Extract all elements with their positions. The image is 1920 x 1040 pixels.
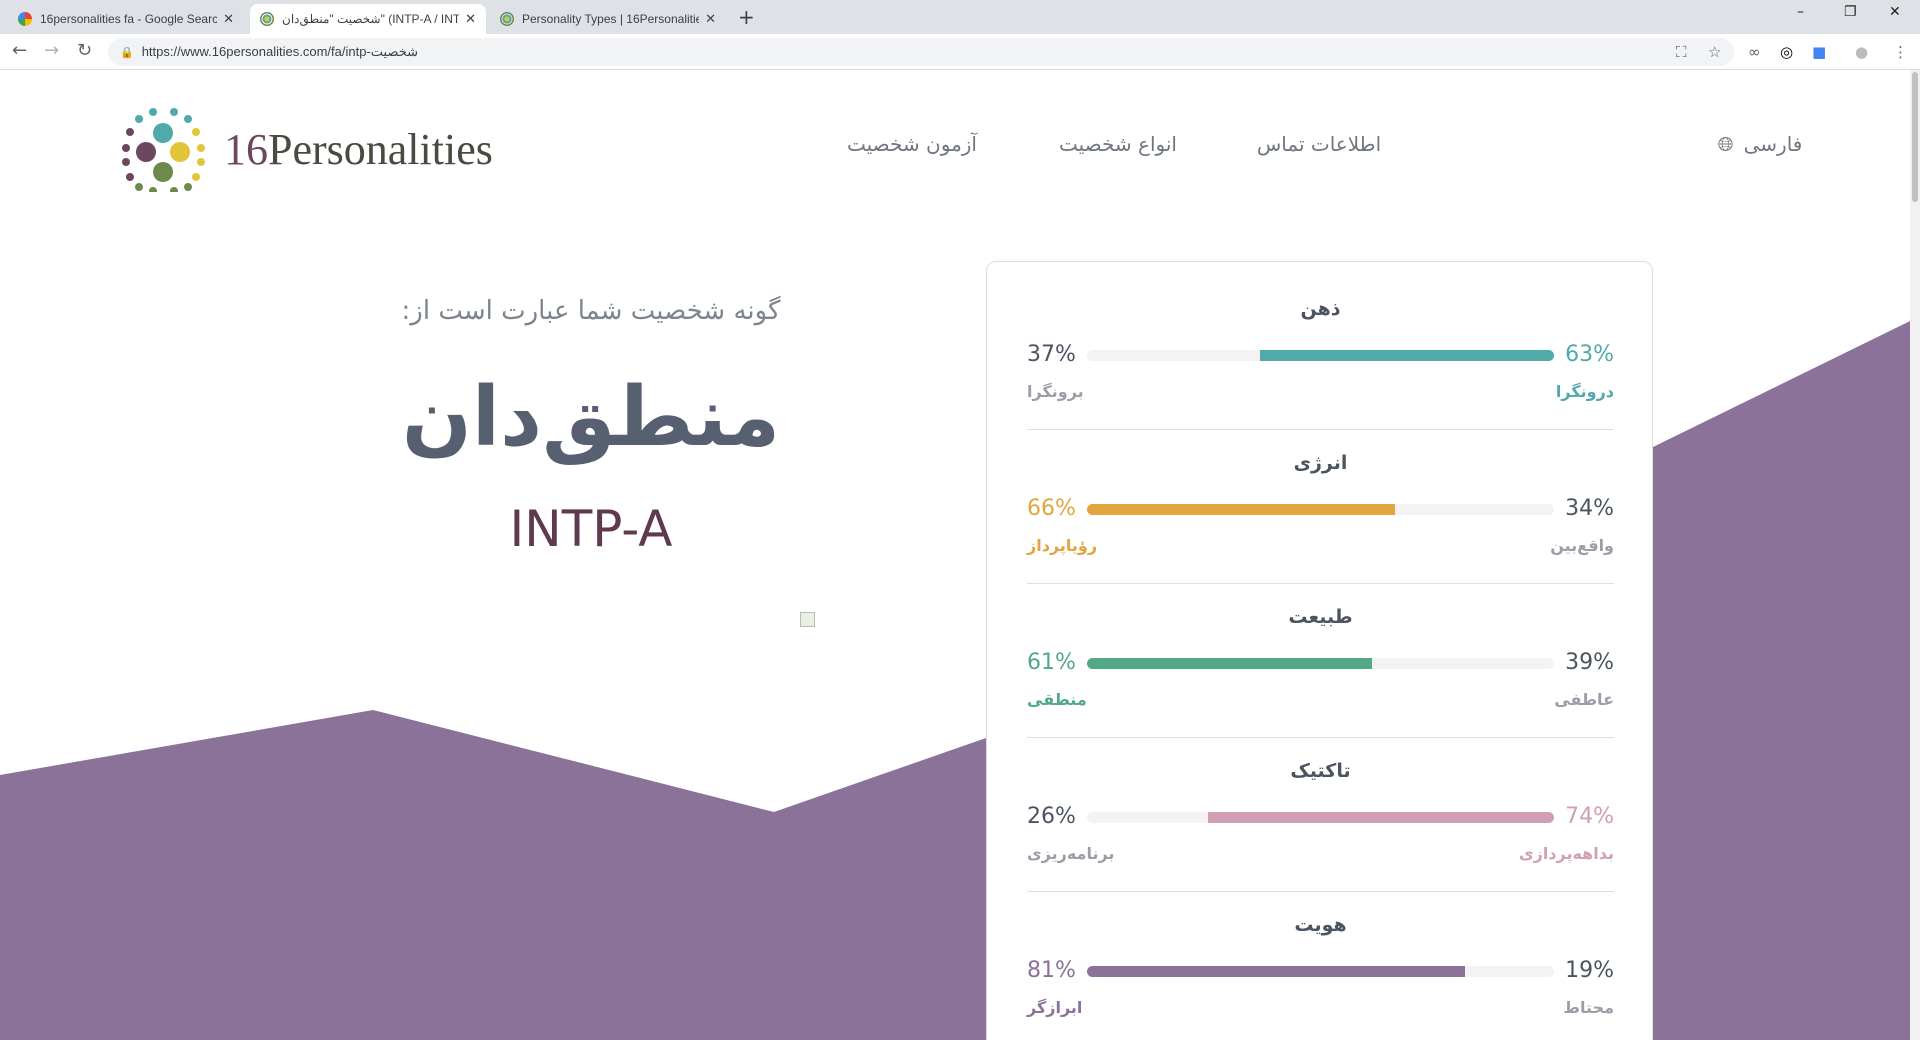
nav-contact[interactable]: اطلاعات تماس xyxy=(1257,132,1381,156)
new-tab-button[interactable]: + xyxy=(738,5,755,29)
logo-dots-icon xyxy=(122,108,205,192)
close-window-button[interactable]: ✕ xyxy=(1889,4,1901,20)
trait-title: طبیعت xyxy=(1288,606,1353,628)
trait-title: ذهن xyxy=(1300,298,1341,320)
traits-card: ذهن 37% 63% برونگرا درونگرا انرژی 66% 34… xyxy=(986,261,1653,1040)
trait-bar-fill xyxy=(1087,658,1372,669)
tab-title: Personality Types | 16Personalities xyxy=(522,12,700,26)
right-percent: 39% xyxy=(1565,650,1614,675)
back-icon[interactable]: ← xyxy=(12,40,27,61)
left-label: ابرازگر xyxy=(1027,998,1083,1017)
right-percent: 74% xyxy=(1565,804,1614,829)
scrollbar[interactable] xyxy=(1910,70,1920,1040)
tab-title: 16personalities fa - Google Search xyxy=(40,12,218,26)
trait-bar xyxy=(1087,504,1554,515)
reload-icon[interactable]: ↻ xyxy=(77,40,92,61)
right-percent: 19% xyxy=(1565,958,1614,983)
broken-image-icon xyxy=(800,612,815,627)
translate-icon[interactable]: ⛶ xyxy=(1676,43,1687,61)
google-translate-icon[interactable]: ■ xyxy=(1812,43,1826,61)
menu-kebab-icon[interactable]: ⋮ xyxy=(1893,43,1908,61)
trait-bar-fill xyxy=(1087,504,1396,515)
forward-icon[interactable]: → xyxy=(44,40,59,61)
right-label: درونگرا xyxy=(1555,382,1614,401)
close-tab-icon[interactable]: ✕ xyxy=(705,11,716,27)
left-label: برنامه‌ریزی xyxy=(1027,844,1115,863)
left-percent: 26% xyxy=(1027,804,1076,829)
trait-row: ذهن 37% 63% برونگرا درونگرا xyxy=(1027,262,1614,430)
left-percent: 61% xyxy=(1027,650,1076,675)
extension-icon[interactable]: ◎ xyxy=(1780,43,1793,61)
right-label: بداهه‌پردازی xyxy=(1518,844,1614,863)
right-percent: 63% xyxy=(1565,342,1614,367)
trait-title: تاکتیک xyxy=(1290,760,1351,782)
url-input[interactable]: 🔒 https://www.16personalities.com/fa/int… xyxy=(108,38,1734,66)
trait-row: تاکتیک 26% 74% برنامه‌ریزی بداهه‌پردازی xyxy=(1027,724,1614,892)
16personalities-favicon xyxy=(260,12,274,26)
trait-bar-fill xyxy=(1259,350,1554,361)
address-bar-row: ← → ↻ 🔒 https://www.16personalities.com/… xyxy=(0,34,1920,70)
trait-row: هویت 81% 19% ابرازگر محتاط xyxy=(1027,878,1614,1032)
trait-title: هویت xyxy=(1294,914,1347,936)
globe-icon: 🌐︎ xyxy=(1717,132,1734,156)
close-tab-icon[interactable]: ✕ xyxy=(465,11,476,27)
logo[interactable]: 16Personalities xyxy=(122,106,493,192)
left-label: منطقی xyxy=(1027,690,1087,709)
language-label: فارسی xyxy=(1743,132,1803,156)
restore-button[interactable]: ❐ xyxy=(1844,4,1857,20)
trait-bar xyxy=(1087,350,1554,361)
type-name: منطق‌دان xyxy=(401,370,781,465)
trait-title: انرژی xyxy=(1293,452,1348,474)
left-percent: 37% xyxy=(1027,342,1076,367)
left-label: برونگرا xyxy=(1027,382,1084,401)
16personalities-favicon xyxy=(500,12,514,26)
nav-take-test[interactable]: آزمون شخصیت xyxy=(847,132,977,156)
right-label: محتاط xyxy=(1563,998,1614,1017)
left-percent: 66% xyxy=(1027,496,1076,521)
result-lead-text: گونه شخصیت شما عبارت است از: xyxy=(401,296,781,326)
nav-personality-types[interactable]: انواع شخصیت xyxy=(1059,132,1177,156)
bookmark-star-icon[interactable]: ☆ xyxy=(1708,43,1721,61)
minimize-button[interactable]: – xyxy=(1797,4,1804,20)
profile-avatar-icon[interactable]: ● xyxy=(1855,43,1868,61)
trait-row: طبیعت 61% 39% منطقی عاطفی xyxy=(1027,570,1614,738)
type-code: INTP-A xyxy=(509,500,673,558)
tab-title: شخصیت "منطق‌دان" (INTP-A / INTP-T) xyxy=(282,12,460,26)
right-percent: 34% xyxy=(1565,496,1614,521)
left-label: رؤیاپرداز xyxy=(1027,536,1098,555)
google-icon xyxy=(18,12,32,26)
lock-icon: 🔒 xyxy=(120,46,134,59)
left-percent: 81% xyxy=(1027,958,1076,983)
trait-bar xyxy=(1087,812,1554,823)
tab-strip: 16personalities fa - Google Search ✕ شخص… xyxy=(0,0,1920,34)
logo-text: 16Personalities xyxy=(224,124,493,174)
right-label: واقع‌بین xyxy=(1550,536,1614,555)
tab-intp[interactable]: شخصیت "منطق‌دان" (INTP-A / INTP-T) ✕ xyxy=(250,4,486,34)
trait-bar-fill xyxy=(1087,966,1466,977)
close-tab-icon[interactable]: ✕ xyxy=(223,11,234,27)
trait-bar xyxy=(1087,658,1554,669)
page-content: 16Personalities آزمون شخصیت انواع شخصیت … xyxy=(0,70,1910,1040)
trait-bar xyxy=(1087,966,1554,977)
language-selector[interactable]: 🌐︎ فارسی xyxy=(1718,132,1803,156)
scrollbar-thumb[interactable] xyxy=(1912,72,1918,202)
trait-bar-fill xyxy=(1208,812,1554,823)
url-text: https://www.16personalities.com/fa/intp-… xyxy=(141,44,419,59)
trait-row: انرژی 66% 34% رؤیاپرداز واقع‌بین xyxy=(1027,416,1614,584)
tab-personality-types[interactable]: Personality Types | 16Personalities ✕ xyxy=(490,4,726,34)
tab-google-search[interactable]: 16personalities fa - Google Search ✕ xyxy=(8,4,244,34)
extension-icon[interactable]: ∞ xyxy=(1748,43,1761,61)
right-label: عاطفی xyxy=(1554,690,1614,709)
